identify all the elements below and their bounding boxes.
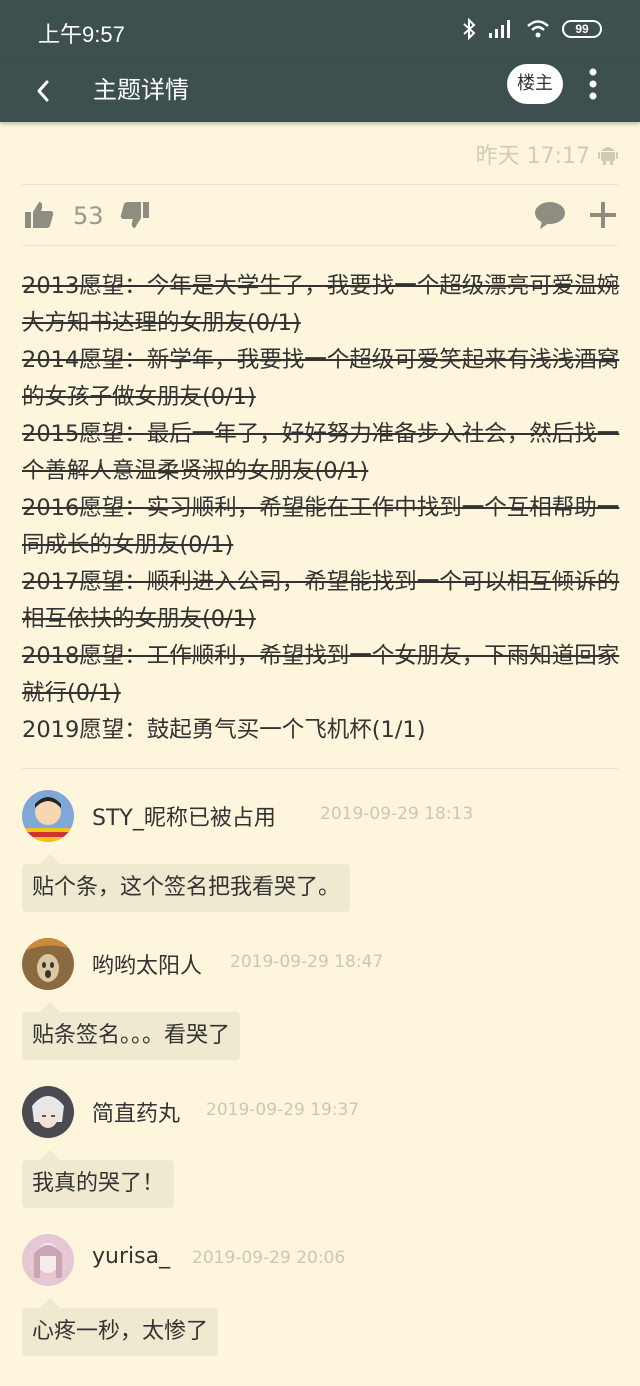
signal-icon	[489, 20, 510, 38]
bluetooth-icon	[463, 18, 476, 40]
more-button[interactable]	[580, 64, 606, 104]
status-time: 上午9:57	[38, 22, 125, 47]
comment-text: 心疼一秒，太惨了	[22, 1298, 219, 1356]
comment-author[interactable]: 哟哟太阳人	[92, 948, 202, 980]
divider	[22, 184, 618, 185]
comment-item: STY_昵称已被占用 2019-09-29 18:13 贴个条，这个签名把我看哭…	[22, 790, 618, 920]
avatar-cartoon-icon	[22, 790, 74, 842]
dislike-button[interactable]	[120, 200, 150, 234]
vote-bar: 53	[22, 192, 618, 240]
post-line: 2019愿望：鼓起勇气买一个飞机杯(1/1)	[22, 717, 426, 743]
post-line: 2015愿望：最后一年了，好好努力准备步入社会，然后找一个善解人意温柔贤淑的女朋…	[22, 421, 620, 484]
avatar[interactable]	[22, 1234, 74, 1286]
battery-icon: 99	[562, 20, 602, 38]
comment-item: yurisa_ 2019-09-29 20:06 心疼一秒，太惨了	[22, 1234, 618, 1364]
post-line: 2013愿望：今年是大学生了，我要找一个超级漂亮可爱温婉大方知书达理的女朋友(0…	[22, 273, 620, 336]
status-icons: 99	[462, 18, 602, 40]
page-title: 主题详情	[93, 76, 189, 104]
post-line: 2018愿望：工作顺利，希望找到一个女朋友，下雨知道回家就行(0/1)	[22, 643, 620, 706]
like-count: 53	[73, 202, 104, 230]
add-button[interactable]	[588, 200, 618, 234]
thumbs-up-icon	[25, 202, 54, 228]
comment-author[interactable]: STY_昵称已被占用	[92, 800, 276, 832]
avatar[interactable]	[22, 790, 74, 842]
comment-bubble-icon	[535, 202, 565, 229]
comment-button[interactable]	[534, 200, 566, 234]
op-only-button[interactable]: 楼主	[507, 64, 563, 104]
avatar[interactable]	[22, 938, 74, 990]
wifi-icon	[527, 20, 549, 38]
avatar-anime-icon	[22, 1086, 74, 1138]
comment-item: 哟哟太阳人 2019-09-29 18:47 贴条签名。。。看哭了	[22, 938, 618, 1068]
divider	[22, 768, 618, 769]
thumbs-down-icon	[120, 202, 149, 228]
app-bar: 主题详情 楼主	[0, 60, 640, 122]
divider	[22, 245, 618, 246]
post-content: 2013愿望：今年是大学生了，我要找一个超级漂亮可爱温婉大方知书达理的女朋友(0…	[22, 268, 620, 749]
post-line: 2014愿望：新学年，我要找一个超级可爱笑起来有浅浅酒窝的女孩子做女朋友(0/1…	[22, 347, 620, 410]
comment-text: 贴个条，这个签名把我看哭了。	[22, 854, 351, 912]
post-line: 2017愿望：顺利进入公司，希望能找到一个可以相互倾诉的相互依扶的女朋友(0/1…	[22, 569, 620, 632]
android-icon	[598, 147, 618, 165]
avatar-painting-icon	[22, 938, 74, 990]
post-meta: 昨天 17:17	[476, 138, 618, 170]
comment-text: 我真的哭了！	[22, 1150, 175, 1208]
comment-item: 简直药丸 2019-09-29 19:37 我真的哭了！	[22, 1086, 618, 1216]
comment-time: 2019-09-29 18:47	[230, 952, 384, 972]
chevron-left-icon	[37, 80, 49, 102]
comment-time: 2019-09-29 18:13	[320, 804, 474, 824]
comment-time: 2019-09-29 19:37	[206, 1100, 360, 1120]
status-bar: 上午9:57 99	[0, 0, 640, 60]
comment-author[interactable]: 简直药丸	[92, 1096, 180, 1128]
avatar[interactable]	[22, 1086, 74, 1138]
more-vertical-icon	[589, 68, 597, 100]
comment-author[interactable]: yurisa_	[92, 1244, 170, 1269]
avatar-figure-icon	[22, 1234, 74, 1286]
plus-icon	[590, 202, 616, 228]
back-button[interactable]	[30, 74, 58, 108]
comment-time: 2019-09-29 20:06	[192, 1248, 346, 1268]
comment-text: 贴条签名。。。看哭了	[22, 1002, 241, 1060]
post-line: 2016愿望：实习顺利，希望能在工作中找到一个互相帮助一同成长的女朋友(0/1)	[22, 495, 620, 558]
post-time: 昨天 17:17	[475, 144, 590, 169]
like-button[interactable]	[24, 200, 54, 234]
